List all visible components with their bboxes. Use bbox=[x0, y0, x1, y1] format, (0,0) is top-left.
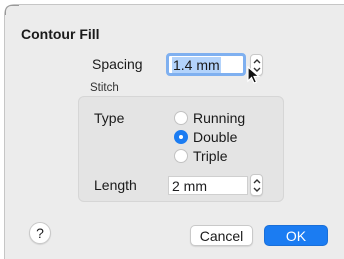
spacing-input[interactable]: 1.4 mm bbox=[166, 53, 246, 76]
radio-running[interactable] bbox=[174, 111, 188, 125]
radio-running-label[interactable]: Running bbox=[193, 110, 245, 126]
radio-double[interactable] bbox=[174, 130, 188, 144]
arrow-cursor-icon bbox=[247, 66, 261, 84]
radio-double-label[interactable]: Double bbox=[193, 129, 237, 145]
radio-triple-label[interactable]: Triple bbox=[193, 148, 228, 164]
radio-triple[interactable] bbox=[174, 149, 188, 163]
spacing-label: Spacing bbox=[92, 56, 143, 72]
length-label: Length bbox=[94, 177, 137, 193]
window-corner bbox=[5, 5, 19, 15]
stepper-icon bbox=[253, 179, 261, 192]
help-button[interactable]: ? bbox=[29, 222, 51, 244]
length-input[interactable]: 2 mm bbox=[168, 176, 248, 195]
spacing-value: 1.4 mm bbox=[172, 57, 221, 73]
stitch-group-label: Stitch bbox=[90, 82, 119, 94]
ok-button[interactable]: OK bbox=[264, 225, 328, 246]
dialog-title: Contour Fill bbox=[21, 26, 100, 42]
length-stepper[interactable] bbox=[250, 174, 263, 196]
cancel-button[interactable]: Cancel bbox=[190, 225, 253, 246]
type-label: Type bbox=[94, 110, 125, 126]
